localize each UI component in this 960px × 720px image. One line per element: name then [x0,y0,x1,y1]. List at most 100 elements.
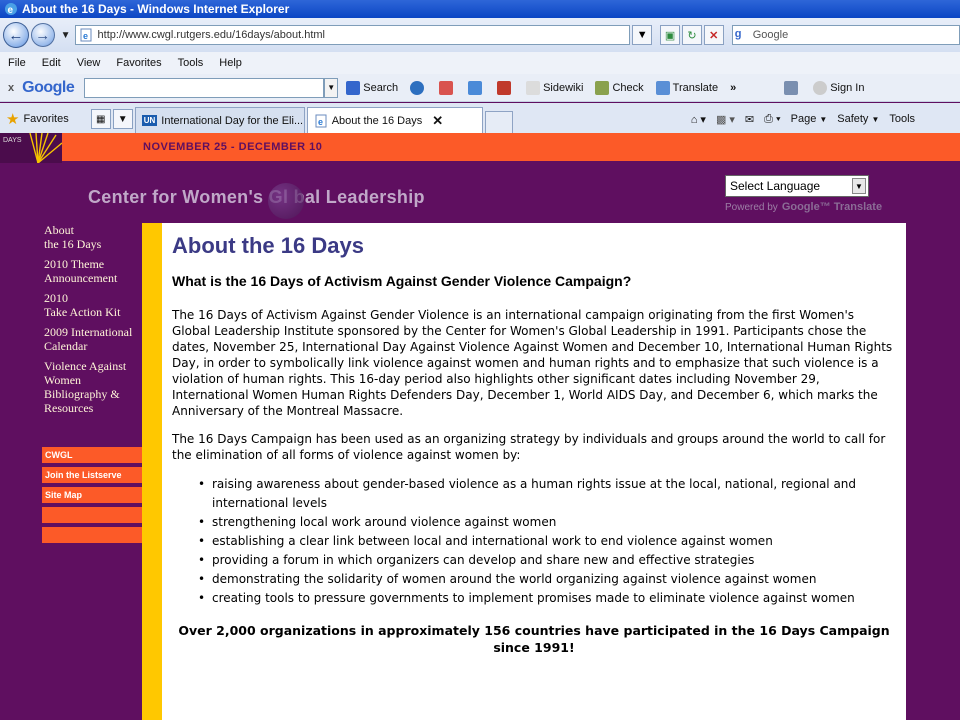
print-icon: ⎙ ▾ [764,112,781,125]
empty-sidebar-button[interactable] [42,507,142,523]
quick-tabs-button[interactable]: ▦ [90,109,111,129]
more-label: » [730,81,737,94]
translate-button[interactable]: Translate [655,80,719,95]
powered-by-text: Powered by [725,201,778,213]
popup-blocker-button[interactable] [497,80,514,95]
menu-favorites[interactable]: Favorites [116,57,161,69]
google-translate-brand[interactable]: Google™ Translate [782,201,882,213]
translate-icon [655,80,670,95]
bookmarks-button[interactable] [439,80,456,95]
close-toolbar-icon[interactable]: x [8,82,14,94]
sidebar-nav: About the 16 Days 2010 Theme Announcemen… [44,223,144,421]
refresh-icon: ↻ [687,29,697,42]
list-item: creating tools to pressure governments t… [198,589,896,608]
menu-file[interactable]: File [8,57,26,69]
cwgl-button[interactable]: CWGL [42,447,142,463]
nav-2009-calendar[interactable]: 2009 International Calendar [44,325,144,353]
svg-text:e: e [318,117,323,127]
sign-in-button[interactable]: Sign In [813,80,865,95]
language-select[interactable]: Select Language ▼ [725,175,869,197]
more-button[interactable]: » [730,82,736,94]
sidewiki-label: Sidewiki [543,81,584,94]
nav-2010-theme[interactable]: 2010 Theme Announcement [44,257,144,285]
grid-icon: ▦ [95,113,106,125]
nav-line: Calendar [44,339,88,353]
search-input[interactable]: g Google [731,25,960,45]
16-days-logo[interactable]: DAYS [0,133,62,163]
tools-menu-button[interactable]: Tools [889,105,915,133]
mail-button[interactable]: ✉ [745,105,754,133]
nav-about[interactable]: About the 16 Days [44,223,144,251]
settings-button[interactable] [784,80,801,95]
dropdown-arrow-icon: ▼ [819,114,828,124]
nav-line: Women [44,373,82,387]
intro-paragraph: The 16 Days of Activism Against Gender V… [172,308,893,418]
empty-sidebar-button[interactable] [42,527,142,543]
google-search-button[interactable]: Search [346,80,399,95]
sidebar-buttons: CWGL Join the Listserve Site Map [42,447,142,547]
url-dropdown-button[interactable]: ▼ [632,25,653,45]
dropdown-arrow-icon: ▼ [117,113,128,125]
refresh-button[interactable]: ↻ [682,25,702,45]
sidewiki-button[interactable]: Sidewiki [526,80,584,95]
page-menu-button[interactable]: Page ▼ [791,105,828,133]
safety-menu-button[interactable]: Safety ▼ [837,105,879,133]
print-button[interactable]: ⎙ ▾ [764,105,780,133]
menu-tools[interactable]: Tools [178,57,204,69]
translate-label: Translate [672,81,719,94]
nav-line: 2010 Theme [44,257,105,271]
dropdown-arrow-icon: ▼ [327,83,336,92]
join-listserve-button[interactable]: Join the Listserve [42,467,142,483]
google-toolbar-search-input[interactable] [84,77,325,98]
user-circle-icon [813,80,828,95]
close-tab-icon[interactable]: ✕ [432,113,443,129]
history-dropdown-icon[interactable]: ▼ [61,30,71,41]
globe-button[interactable] [410,80,427,95]
google-search-dropdown[interactable]: ▼ [324,77,339,98]
site-map-button[interactable]: Site Map [42,487,142,503]
feeds-button[interactable]: ▩ ▾ [716,105,735,133]
logo-text: DAYS [3,137,22,144]
menu-bar: File Edit View Favorites Tools Help [0,52,960,74]
globe-icon [410,80,425,95]
favorites-button[interactable]: ★ Favorites [6,105,69,133]
wrench-icon [784,80,799,95]
back-button[interactable]: ← [3,22,29,48]
nav-line: Announcement [44,271,118,285]
tab-un-day[interactable]: UN International Day for the Eli... [134,107,305,133]
powered-by-google: Powered by Google™ Translate [725,201,882,213]
nav-bibliography[interactable]: Violence Against Women Bibliography & Re… [44,359,144,415]
page-subheading: What is the 16 Days of Activism Against … [172,273,632,289]
nav-line: 2009 International [44,325,133,339]
url-field[interactable]: e http://www.cwgl.rutgers.edu/16days/abo… [74,25,631,45]
search-placeholder: Google [752,29,789,41]
nav-take-action-kit[interactable]: 2010 Take Action Kit [44,291,144,319]
spellcheck-button[interactable]: Check [595,80,644,95]
sign-in-label: Sign In [830,81,865,94]
yellow-accent-bar [142,223,162,720]
google-search-label: Search [363,81,399,94]
favorites-label: Favorites [23,113,69,125]
compatibility-view-button[interactable]: ▣ [660,25,680,45]
strategy-paragraph: The 16 Days Campaign has been used as an… [172,432,886,462]
main-content: About the 16 Days What is the 16 Days of… [162,223,906,720]
tab-list-button[interactable]: ▼ [112,109,133,129]
menu-edit[interactable]: Edit [42,57,61,69]
web-page: DAYS NOVEMBER 25 - DECEMBER 10 Center fo… [0,133,960,720]
stop-button[interactable]: ✕ [703,25,724,45]
new-tab-button[interactable] [484,111,513,133]
nav-line: 2010 [44,291,68,305]
mail-icon: ✉ [744,113,755,126]
nav-line: Violence Against [44,359,127,373]
google-toolbar-logo: Google [22,78,75,96]
tab-about-16-days[interactable]: e About the 16 Days ✕ [306,107,483,133]
home-button[interactable]: ⌂ ▾ [691,105,706,133]
menu-view[interactable]: View [77,57,101,69]
page-heading: About the 16 Days [172,233,364,258]
add-button[interactable] [468,80,485,95]
menu-help[interactable]: Help [219,57,242,69]
address-toolbar: ← → ▼ e http://www.cwgl.rutgers.edu/16da… [0,18,960,52]
forward-button[interactable]: → [30,23,55,47]
back-arrow-icon: ← [8,26,24,44]
google-icon: g [734,28,742,40]
